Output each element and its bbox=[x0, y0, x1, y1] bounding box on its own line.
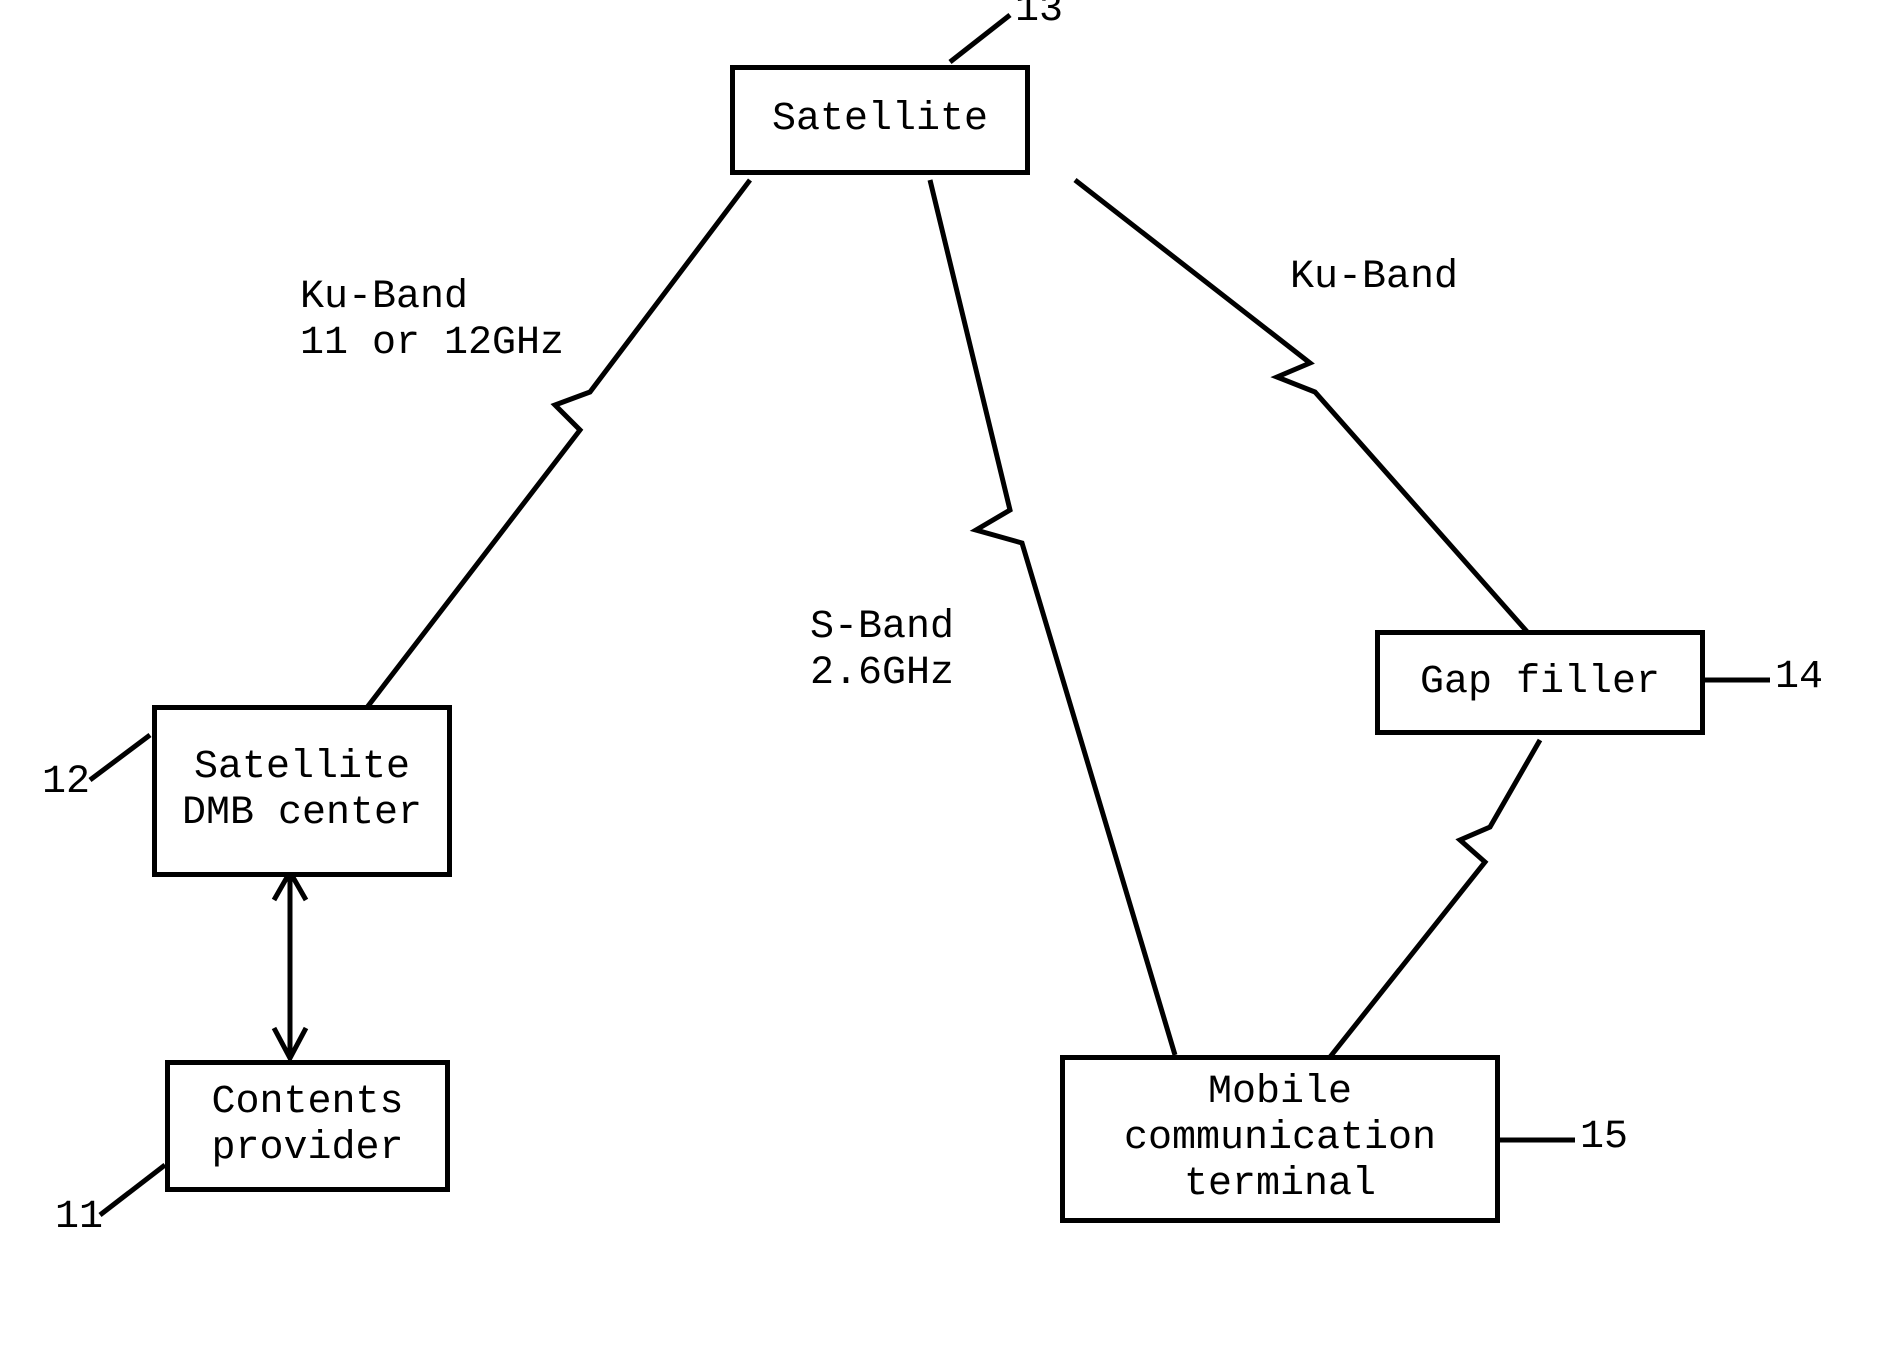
link-ku-right bbox=[1075, 180, 1530, 635]
node-dmb-center: Satellite DMB center bbox=[152, 705, 452, 877]
num-satellite: 13 bbox=[1015, 0, 1063, 33]
node-dmb-center-label: Satellite DMB center bbox=[167, 745, 437, 837]
num-terminal: 15 bbox=[1580, 1115, 1628, 1160]
label-ku-right: Ku-Band bbox=[1290, 255, 1458, 301]
link-s-band bbox=[930, 180, 1175, 1055]
arrowhead-down bbox=[274, 1028, 306, 1058]
node-terminal: Mobile communication terminal bbox=[1060, 1055, 1500, 1223]
leader-11 bbox=[100, 1165, 165, 1215]
diagram-stage: Satellite 13 Satellite DMB center 12 Con… bbox=[0, 0, 1890, 1346]
node-terminal-label: Mobile communication terminal bbox=[1075, 1070, 1485, 1208]
node-satellite: Satellite bbox=[730, 65, 1030, 175]
num-contents: 11 bbox=[55, 1195, 103, 1240]
label-s-band: S-Band 2.6GHz bbox=[810, 605, 954, 697]
node-satellite-label: Satellite bbox=[772, 97, 988, 143]
node-contents: Contents provider bbox=[165, 1060, 450, 1192]
node-gap-filler-label: Gap filler bbox=[1420, 660, 1660, 706]
num-dmb-center: 12 bbox=[42, 760, 90, 805]
node-gap-filler: Gap filler bbox=[1375, 630, 1705, 735]
node-contents-label: Contents provider bbox=[180, 1080, 435, 1172]
leader-13 bbox=[950, 15, 1010, 62]
link-ku-left bbox=[365, 180, 750, 710]
leader-12 bbox=[90, 735, 150, 780]
label-ku-left: Ku-Band 11 or 12GHz bbox=[300, 275, 564, 367]
num-gap-filler: 14 bbox=[1775, 655, 1823, 700]
link-gap-terminal bbox=[1330, 740, 1540, 1057]
